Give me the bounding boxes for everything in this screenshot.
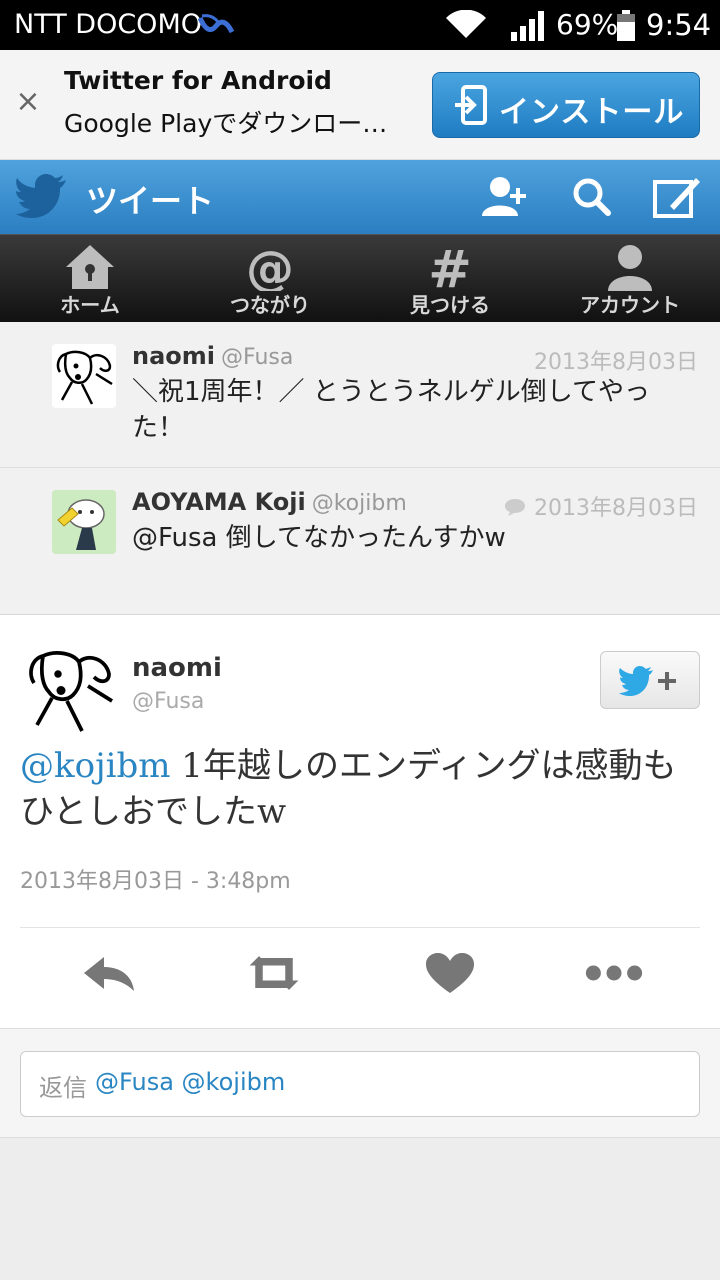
search-icon[interactable] <box>568 174 618 220</box>
tweet-author-handle[interactable]: @Fusa <box>132 689 204 714</box>
add-user-icon[interactable] <box>480 174 530 220</box>
main-tweet: naomi @Fusa @kojibm 1年越しのエンディングは感動もひとしおで… <box>0 614 720 1028</box>
dog-avatar-icon <box>56 350 113 405</box>
mention-link[interactable]: @kojibm <box>20 746 171 786</box>
at-icon: @ <box>246 243 294 291</box>
banner-title: Twitter for Android <box>64 66 332 95</box>
avatar[interactable] <box>52 344 116 408</box>
reply-input[interactable]: 返信 @Fusa @kojibm <box>20 1051 700 1117</box>
tweet-timestamp: 2013年8月03日 - 3:48pm <box>20 869 291 894</box>
signal-icon <box>511 11 544 41</box>
more-options-icon[interactable] <box>584 951 644 995</box>
tweet-date: 2013年8月03日 <box>534 350 698 375</box>
tweet-author-name[interactable]: naomi <box>132 653 222 683</box>
page-title: ツイート <box>86 182 215 220</box>
retweet-icon[interactable] <box>244 951 304 995</box>
docomo-logo-icon <box>198 14 234 34</box>
person-icon <box>608 245 652 291</box>
close-icon[interactable]: × <box>14 84 42 120</box>
conversation-list: naomi @Fusa 2013年8月03日 ＼祝1周年！／ とうとうネルゲル倒し… <box>0 322 720 614</box>
reply-area: 返信 @Fusa @kojibm <box>0 1028 720 1138</box>
follow-button[interactable] <box>600 651 700 709</box>
clock: 9:54 <box>646 8 712 42</box>
conversation-tweet[interactable]: AOYAMA Koji @kojibm 2013年8月03日 @Fusa 倒してな… <box>0 468 720 614</box>
banner-subtitle: Google Playでダウンロー… <box>64 109 388 138</box>
divider <box>20 927 700 928</box>
tab-connect[interactable]: @ つながり <box>180 235 360 323</box>
tweet-text: @Fusa 倒してなかったんすかw <box>132 523 506 553</box>
tab-discover-label: 見つける <box>410 293 490 317</box>
tweet-author[interactable]: AOYAMA Koji @kojibm <box>132 488 407 516</box>
tab-home-label: ホーム <box>60 293 120 317</box>
status-bar: NTT DOCOMO 69% 9:54 <box>0 0 720 50</box>
reply-prefix: 返信 <box>39 1074 87 1102</box>
reply-bubble-icon <box>505 499 526 516</box>
compose-icon[interactable] <box>652 174 702 220</box>
svg-text:@: @ <box>246 243 294 291</box>
install-icon <box>455 85 487 125</box>
tab-home[interactable]: ホーム <box>0 235 180 323</box>
install-button[interactable]: インストール <box>432 72 700 138</box>
svg-text:#: # <box>428 243 472 291</box>
tab-discover[interactable]: # 見つける <box>360 235 540 323</box>
follow-bird-plus-icon <box>619 666 676 696</box>
hash-icon: # <box>428 243 472 291</box>
tweet-author[interactable]: naomi @Fusa <box>132 342 293 370</box>
wifi-icon <box>446 10 486 38</box>
tab-account-label: アカウント <box>580 293 680 317</box>
tweet-body: @kojibm 1年越しのエンディングは感動もひとしおでしたw <box>20 743 700 835</box>
tweet-text: ＼祝1周年！／ とうとうネルゲル倒してやった！ <box>132 377 651 443</box>
tweet-date: 2013年8月03日 <box>503 490 698 522</box>
character-avatar-icon <box>52 490 116 554</box>
tab-account[interactable]: アカウント <box>540 235 720 323</box>
favorite-heart-icon[interactable] <box>420 951 480 995</box>
twitter-bird-icon[interactable] <box>16 174 68 218</box>
carrier-name: NTT DOCOMO <box>14 9 202 40</box>
install-label: インストール <box>499 95 685 130</box>
battery-percent: 69% <box>556 8 619 41</box>
avatar[interactable] <box>22 641 118 737</box>
reply-icon[interactable] <box>80 951 140 995</box>
install-banner: × Twitter for Android Google Playでダウンロー…… <box>0 50 720 160</box>
conversation-tweet[interactable]: naomi @Fusa 2013年8月03日 ＼祝1周年！／ とうとうネルゲル倒し… <box>0 322 720 468</box>
tab-bar: ホーム @ つながり # 見つける アカウント <box>0 234 720 322</box>
avatar[interactable] <box>52 490 116 554</box>
tweet-handle: @kojibm <box>311 491 407 516</box>
app-header: ツイート <box>0 160 720 234</box>
tweet-handle: @Fusa <box>221 345 294 370</box>
tab-connect-label: つながり <box>230 293 310 317</box>
battery-icon <box>617 10 635 41</box>
home-icon <box>66 245 114 289</box>
reply-mentions: @Fusa @kojibm <box>95 1068 286 1096</box>
